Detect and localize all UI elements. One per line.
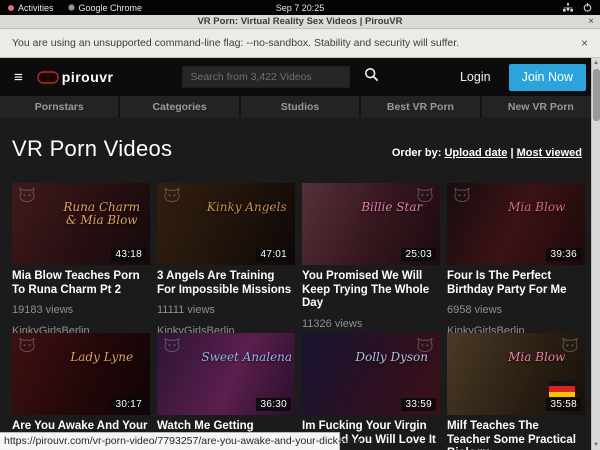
video-duration: 33:59 xyxy=(401,398,436,411)
login-link[interactable]: Login xyxy=(460,70,491,84)
chrome-warning-bar: You are using an unsupported command-lin… xyxy=(0,29,600,58)
video-card[interactable]: Mia Blow 35:58 Milf Teaches The Teacher … xyxy=(447,333,585,450)
tab-close-icon[interactable]: × xyxy=(588,16,594,27)
power-icon[interactable] xyxy=(583,3,592,12)
video-thumbnail[interactable]: Kinky Angels 47:01 xyxy=(157,183,295,265)
video-grid: Runa Charm & Mia Blow 43:18 Mia Blow Tea… xyxy=(12,183,588,450)
chrome-icon xyxy=(68,4,75,11)
join-now-button[interactable]: Join Now xyxy=(509,64,586,91)
video-thumbnail[interactable]: Mia Blow 39:36 xyxy=(447,183,585,265)
studio-watermark-icon xyxy=(164,338,180,357)
video-duration: 35:58 xyxy=(546,398,581,411)
video-thumbnail[interactable]: Sweet Analena 36:30 xyxy=(157,333,295,415)
category-menu-bar: Pornstars Categories Studios Best VR Por… xyxy=(0,96,600,118)
video-duration: 30:17 xyxy=(111,398,146,411)
video-title[interactable]: Milf Teaches The Teacher Some Practical … xyxy=(447,420,585,450)
video-views: 11326 views xyxy=(302,318,440,330)
studio-watermark-icon xyxy=(454,188,470,207)
video-title[interactable]: You Promised We Will Keep Trying The Who… xyxy=(302,270,440,311)
scroll-down-icon[interactable]: ▼ xyxy=(592,440,600,450)
browser-tab-bar[interactable]: VR Porn: Virtual Reality Sex Videos | Pi… xyxy=(0,15,600,29)
status-url-bubble: https://pirouvr.com/vr-porn-video/779325… xyxy=(0,432,340,450)
video-card[interactable]: Kinky Angels 47:01 3 Angels Are Training… xyxy=(157,183,295,333)
video-title[interactable]: Mia Blow Teaches Porn To Runa Charm Pt 2 xyxy=(12,270,150,297)
video-thumbnail[interactable]: Lady Lyne 30:17 xyxy=(12,333,150,415)
video-card[interactable]: Mia Blow 39:36 Four Is The Perfect Birth… xyxy=(447,183,585,333)
video-duration: 25:03 xyxy=(401,248,436,261)
thumbnail-overlay-name: Runa Charm & Mia Blow xyxy=(56,201,147,227)
search-input[interactable] xyxy=(182,66,350,88)
menu-item-pornstars[interactable]: Pornstars xyxy=(0,96,118,118)
video-thumbnail[interactable]: Runa Charm & Mia Blow 43:18 xyxy=(12,183,150,265)
video-title[interactable]: 3 Angels Are Training For Impossible Mis… xyxy=(157,270,295,297)
menu-item-studios[interactable]: Studios xyxy=(241,96,359,118)
video-thumbnail[interactable]: Dolly Dyson 33:59 xyxy=(302,333,440,415)
studio-watermark-icon xyxy=(562,338,578,357)
page-viewport: ≡ pirouvr Login Join Now Pornstars Categ… xyxy=(0,58,600,450)
logo-text: pirouvr xyxy=(62,69,114,85)
system-top-bar: Activities Google Chrome Sep 7 20:25 xyxy=(0,0,600,15)
order-by-most-viewed-link[interactable]: Most viewed xyxy=(517,147,582,159)
scrollbar-thumb[interactable] xyxy=(593,69,600,121)
studio-watermark-icon xyxy=(164,188,180,207)
video-duration: 36:30 xyxy=(256,398,291,411)
menu-item-best-vr[interactable]: Best VR Porn xyxy=(361,96,479,118)
recording-dot-icon xyxy=(8,5,14,11)
activities-label: Activities xyxy=(18,3,54,13)
thumbnail-overlay-name: Kinky Angels xyxy=(201,201,292,214)
video-duration: 47:01 xyxy=(256,248,291,261)
page-title: VR Porn Videos xyxy=(12,136,172,162)
studio-watermark-icon xyxy=(19,188,35,207)
video-duration: 39:36 xyxy=(546,248,581,261)
video-card[interactable]: Runa Charm & Mia Blow 43:18 Mia Blow Tea… xyxy=(12,183,150,333)
app-menu-button[interactable]: Google Chrome xyxy=(68,3,143,13)
thumbnail-overlay-name: Mia Blow xyxy=(491,201,582,214)
order-by-upload-date-link[interactable]: Upload date xyxy=(444,147,507,159)
thumbnail-overlay-name: Sweet Analena xyxy=(201,351,292,364)
thumbnail-overlay-name: Lady Lyne xyxy=(56,351,147,364)
video-views: 6958 views xyxy=(447,304,585,316)
video-views: 19183 views xyxy=(12,304,150,316)
vr-goggles-icon xyxy=(37,71,59,84)
order-by-label: Order by: xyxy=(392,147,442,159)
studio-watermark-icon xyxy=(417,338,433,357)
search-icon[interactable] xyxy=(364,67,379,87)
app-menu-label: Google Chrome xyxy=(79,3,143,13)
hamburger-menu-icon[interactable]: ≡ xyxy=(14,70,23,85)
order-by-controls: Order by: Upload date | Most viewed xyxy=(392,147,582,159)
tab-title: VR Porn: Virtual Reality Sex Videos | Pi… xyxy=(197,16,402,27)
german-flag xyxy=(549,381,575,397)
menu-item-new-vr[interactable]: New VR Porn xyxy=(482,96,600,118)
studio-watermark-icon xyxy=(19,338,35,357)
studio-watermark-icon xyxy=(417,188,433,207)
video-card[interactable]: Billie Star 25:03 You Promised We Will K… xyxy=(302,183,440,333)
video-thumbnail[interactable]: Mia Blow 35:58 xyxy=(447,333,585,415)
activities-button[interactable]: Activities xyxy=(8,3,54,13)
site-logo[interactable]: pirouvr xyxy=(37,69,114,85)
video-views: 11111 views xyxy=(157,304,295,316)
menu-item-categories[interactable]: Categories xyxy=(120,96,238,118)
network-icon[interactable] xyxy=(563,3,573,12)
video-duration: 43:18 xyxy=(111,248,146,261)
order-by-separator: | xyxy=(510,147,513,159)
warning-close-icon[interactable]: × xyxy=(581,36,588,50)
video-title[interactable]: Four Is The Perfect Birthday Party For M… xyxy=(447,270,585,297)
video-thumbnail[interactable]: Billie Star 25:03 xyxy=(302,183,440,265)
page-scrollbar[interactable]: ▲ ▼ xyxy=(591,58,600,450)
scroll-up-icon[interactable]: ▲ xyxy=(592,58,600,68)
site-navbar: ≡ pirouvr Login Join Now xyxy=(0,58,600,96)
warning-text: You are using an unsupported command-lin… xyxy=(12,37,459,49)
